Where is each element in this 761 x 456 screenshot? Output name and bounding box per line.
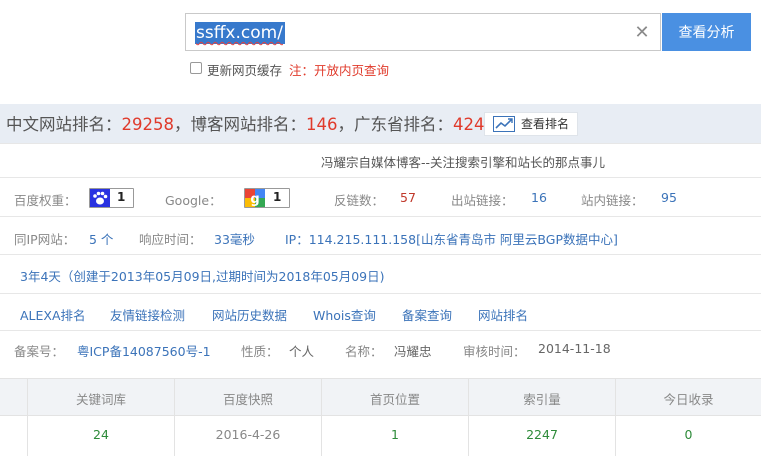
- google-pr-value: 1: [273, 190, 282, 204]
- whois-link[interactable]: Whois查询: [313, 305, 376, 324]
- baidu-weight-label: 百度权重：: [14, 193, 77, 208]
- domain-age: 3年4天（创建于2013年05月09日,过期时间为2018年05月09日): [20, 269, 385, 284]
- same-ip-value[interactable]: 5 个: [89, 229, 113, 248]
- update-cache-label: 更新网页缓存: [207, 63, 283, 78]
- inlinks-label: 站内链接：: [581, 193, 644, 208]
- divider: [0, 143, 761, 144]
- cell-baidu-snapshot: 2016-4-26: [215, 427, 281, 442]
- same-ip-label: 同IP网站：: [14, 232, 76, 247]
- friend-link-check-link[interactable]: 友情链接检测: [110, 305, 185, 324]
- search-input-selected-text: ssffx.com/: [195, 22, 285, 44]
- backlinks-value[interactable]: 57: [400, 190, 416, 205]
- divider: [0, 293, 761, 294]
- divider: [0, 216, 761, 217]
- response-time-label: 响应时间：: [139, 232, 202, 247]
- icp-query-link[interactable]: 备案查询: [402, 305, 452, 324]
- cell-today-indexed: 0: [684, 427, 693, 442]
- update-cache-checkbox[interactable]: [190, 62, 202, 74]
- baidu-weight-value: 1: [117, 190, 126, 204]
- inner-page-note: 注：开放内页查询: [289, 63, 390, 78]
- outlinks-value[interactable]: 16: [531, 190, 547, 205]
- divider: [0, 330, 761, 331]
- owner-name-value: 冯耀忠: [394, 344, 432, 359]
- site-title: 冯耀宗自媒体博客--关注搜索引擎和站长的那点事儿: [321, 155, 606, 170]
- svg-text:g: g: [250, 192, 259, 207]
- cell-homepage-position: 1: [391, 427, 399, 442]
- google-icon: g: [245, 189, 265, 207]
- site-rank-link[interactable]: 网站排名: [478, 305, 528, 324]
- cell-index-count[interactable]: 2247: [469, 427, 615, 442]
- province-rank-label: ，广东省排名：: [337, 115, 454, 134]
- cn-rank-value: 29258: [121, 115, 175, 134]
- clear-icon[interactable]: ✕: [633, 22, 651, 44]
- search-button[interactable]: 查看分析: [662, 13, 751, 51]
- icp-number-link[interactable]: 粤ICP备14087560号-1: [77, 341, 211, 360]
- header-keyword-library: 关键词库: [75, 392, 126, 407]
- outlinks-label: 出站链接：: [451, 193, 514, 208]
- ip-address-link[interactable]: IP：114.215.111.158[山东省青岛市 阿里云BGP数据中心]: [285, 229, 618, 248]
- nature-label: 性质：: [241, 344, 279, 359]
- blog-rank-value: 146: [306, 115, 338, 134]
- header-today-indexed: 今日收录: [663, 392, 714, 407]
- view-rank-button-label: 查看排名: [521, 117, 570, 131]
- icp-label: 备案号：: [14, 344, 65, 359]
- backlinks-label: 反链数：: [334, 193, 385, 208]
- divider: [0, 177, 761, 178]
- alexa-rank-link[interactable]: ALEXA排名: [20, 305, 86, 324]
- owner-name-label: 名称：: [345, 344, 383, 359]
- header-baidu-snapshot: 百度快照: [222, 392, 273, 407]
- header-index-count: 索引量: [523, 392, 561, 407]
- cell-keyword-library[interactable]: 24: [28, 427, 174, 442]
- audit-date-label: 审核时间：: [463, 344, 526, 359]
- inlinks-value[interactable]: 95: [661, 190, 677, 205]
- divider: [0, 254, 761, 255]
- nature-value: 个人: [289, 344, 315, 359]
- audit-date-value: 2014-11-18: [538, 341, 611, 356]
- header-homepage-position: 首页位置: [369, 392, 420, 407]
- site-history-link[interactable]: 网站历史数据: [212, 305, 287, 324]
- cn-rank-label: 中文网站排名：: [6, 115, 122, 134]
- baidu-paw-icon: [90, 189, 110, 207]
- response-time-value: 33毫秒: [214, 232, 255, 247]
- blog-rank-label: ，博客网站排名：: [174, 115, 306, 134]
- trend-chart-icon: [493, 116, 515, 132]
- rank-summary: 中文网站排名：29258，博客网站排名：146，广东省排名：4248: [6, 111, 495, 135]
- google-label: Google：: [165, 193, 222, 208]
